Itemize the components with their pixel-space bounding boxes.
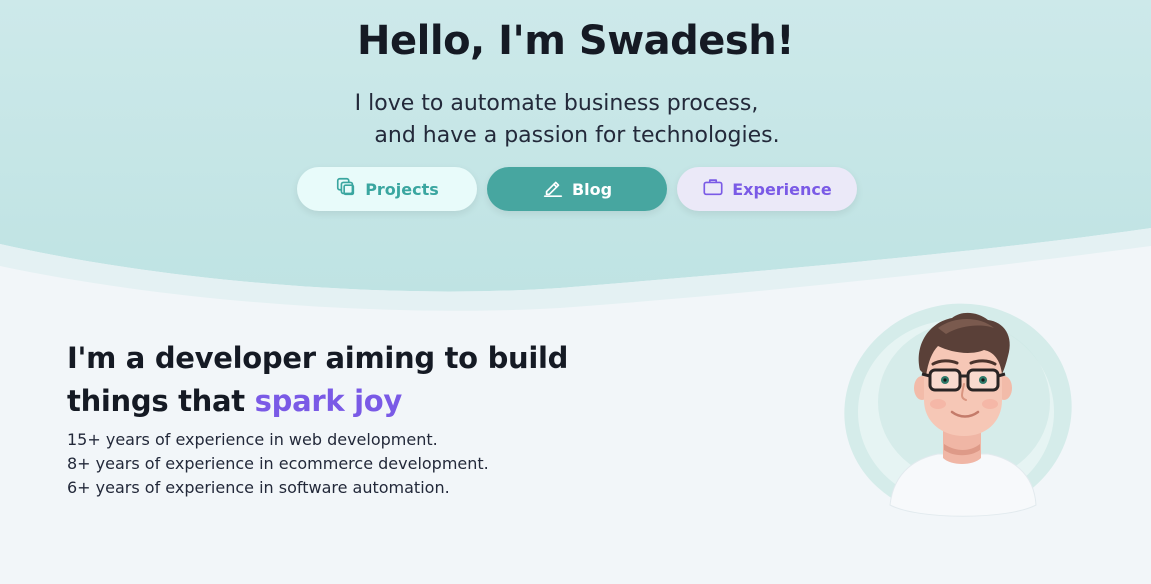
experience-facts: 15+ years of experience in web developme… xyxy=(67,428,489,500)
projects-button[interactable]: Projects xyxy=(297,167,477,211)
intro-highlight: spark joy xyxy=(254,384,403,418)
intro-heading: I'm a developer aiming to build things t… xyxy=(67,337,568,423)
pencil-icon xyxy=(542,176,564,202)
tagline-line-2: and have a passion for technologies. xyxy=(374,123,780,148)
fact-item: 8+ years of experience in ecommerce deve… xyxy=(67,454,489,473)
experience-button[interactable]: Experience xyxy=(677,167,857,211)
experience-button-label: Experience xyxy=(732,179,832,199)
hero-title: Hello, I'm Swadesh! xyxy=(357,18,794,64)
intro-heading-line-2-prefix: things that xyxy=(67,384,255,418)
intro-heading-line-1: I'm a developer aiming to build xyxy=(67,341,569,375)
copy-icon xyxy=(335,176,357,202)
tagline-line-1: I love to automate business process, xyxy=(354,91,759,116)
blog-button-label: Blog xyxy=(571,179,613,199)
briefcase-icon xyxy=(702,176,724,202)
projects-button-label: Projects xyxy=(365,179,439,199)
fact-item: 6+ years of experience in software autom… xyxy=(67,478,450,497)
avatar-illustration xyxy=(844,303,1072,517)
tagline: I love to automate business process, and… xyxy=(0,88,1151,152)
blog-button[interactable]: Blog xyxy=(487,167,667,211)
fact-item: 15+ years of experience in web developme… xyxy=(67,430,438,449)
